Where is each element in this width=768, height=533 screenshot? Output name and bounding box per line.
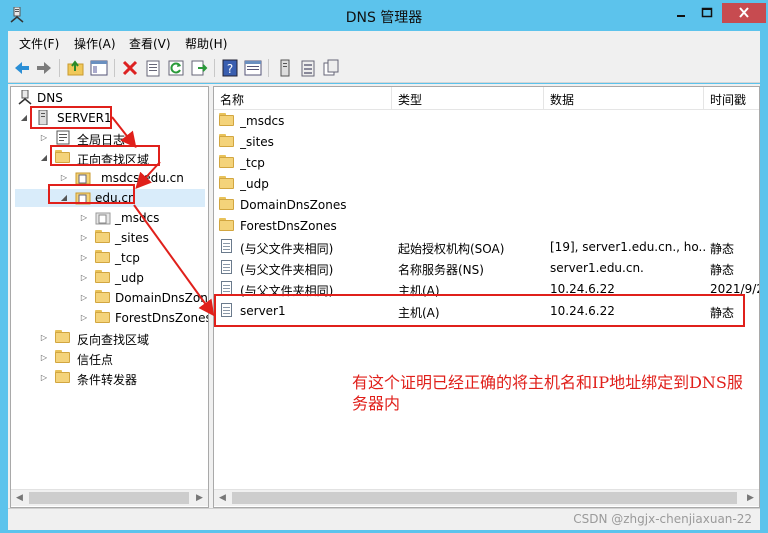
arrow-server1-to-zones (111, 116, 137, 149)
arrow-edu-to-record (133, 204, 215, 317)
annotation-arrows (111, 116, 215, 317)
annotation-text: 有这个证明已经正确的将主机名和IP地址绑定到DNS服务器内 (352, 373, 743, 413)
arrow-zones-to-edu (135, 161, 161, 189)
dns-manager-window: DNS 管理器 文件(F) 操作(A) 查看(V) 帮助(H) ? DNS ◢ … (0, 0, 768, 533)
